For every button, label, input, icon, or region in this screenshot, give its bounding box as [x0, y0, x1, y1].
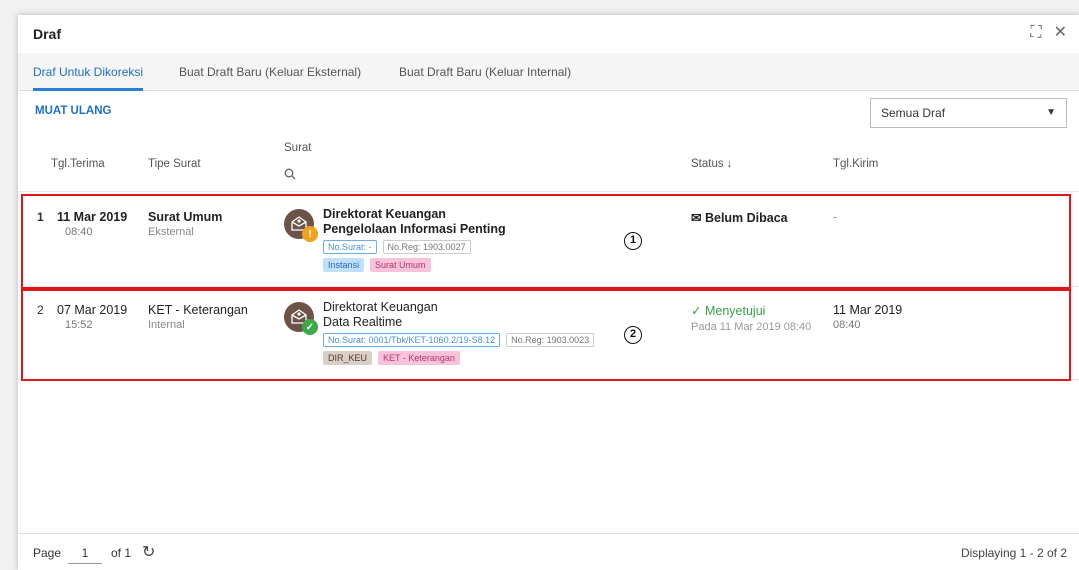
window-controls: ⛶ ✕ — [1030, 25, 1067, 41]
toolbar: MUAT ULANG Semua Draf ▼ — [18, 92, 1079, 132]
col-surat[interactable]: Surat — [284, 142, 312, 154]
page-input[interactable]: 1 — [68, 542, 102, 564]
pagination-bar: Page 1 of 1 ↻ Displaying 1 - 2 of 2 — [18, 533, 1079, 570]
draft-filter-select[interactable]: Semua Draf ▼ — [870, 98, 1067, 128]
highlight-box — [21, 289, 1071, 381]
backdrop — [0, 0, 1079, 15]
chevron-down-icon: ▼ — [1046, 107, 1056, 118]
tab-buat-draft-eksternal[interactable]: Buat Draft Baru (Keluar Eksternal) — [179, 53, 361, 91]
refresh-icon[interactable]: ↻ — [142, 542, 155, 562]
title-bar: Draf ⛶ ✕ — [18, 15, 1079, 53]
backdrop — [0, 0, 18, 570]
search-icon[interactable] — [284, 168, 296, 183]
col-tgl-terima[interactable]: Tgl.Terima — [51, 158, 105, 170]
reload-button[interactable]: MUAT ULANG — [35, 105, 111, 117]
page-total: of 1 — [111, 546, 132, 560]
col-tgl-kirim[interactable]: Tgl.Kirim — [833, 158, 878, 170]
tab-draf-untuk-dikoreksi[interactable]: Draf Untuk Dikoreksi — [33, 53, 144, 91]
col-status[interactable]: Status ↓ — [691, 158, 733, 170]
tab-bar: Draf Untuk Dikoreksi Buat Draft Baru (Ke… — [18, 53, 1079, 91]
maximize-icon[interactable]: ⛶ — [1030, 25, 1041, 41]
tab-buat-draft-internal[interactable]: Buat Draft Baru (Keluar Internal) — [399, 53, 571, 91]
close-icon[interactable]: ✕ — [1054, 25, 1067, 41]
page-label: Page — [33, 546, 62, 560]
display-count: Displaying 1 - 2 of 2 — [960, 546, 1067, 560]
col-tipe-surat[interactable]: Tipe Surat — [148, 158, 201, 170]
highlight-box — [21, 194, 1071, 289]
window-title: Draf — [33, 26, 62, 42]
filter-value: Semua Draf — [881, 106, 946, 120]
table-header: Tgl.Terima Tipe Surat Surat Status ↓ Tgl… — [18, 132, 1079, 192]
